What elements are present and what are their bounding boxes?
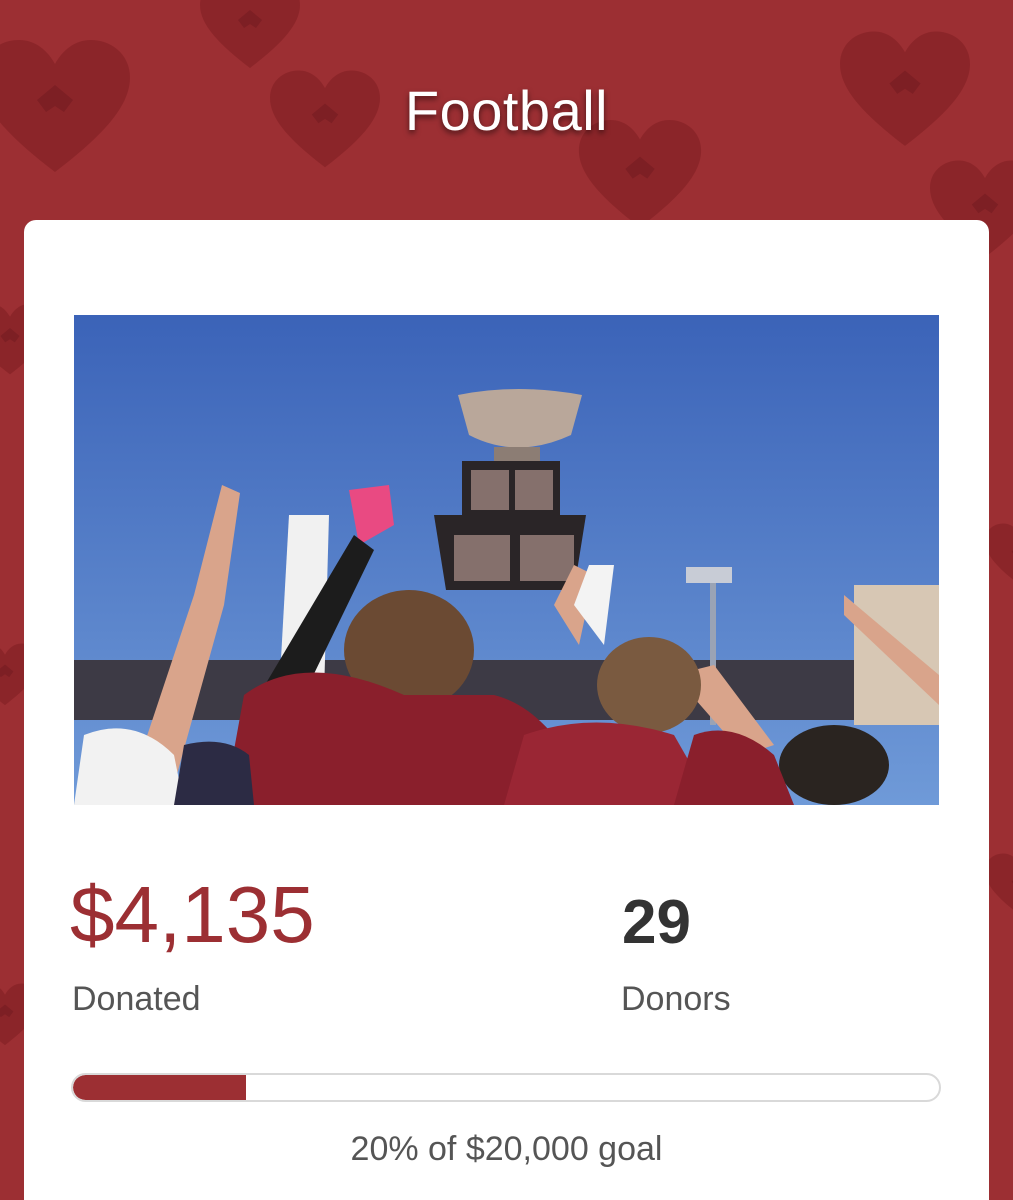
donated-amount: $4,135	[70, 870, 315, 959]
goal-progress-caption: 20% of $20,000 goal	[350, 1130, 663, 1168]
page-title: Football	[404, 79, 609, 142]
donated-label: Donated	[72, 980, 201, 1018]
hero-image	[74, 315, 939, 805]
donor-count: 29	[622, 888, 691, 957]
goal-progress-bar	[71, 1073, 941, 1102]
campaign-card: $4,135 Donated 29 Donors 20% of $20,000 …	[24, 220, 989, 1200]
donors-label: Donors	[621, 980, 731, 1018]
goal-progress-fill	[73, 1075, 247, 1100]
